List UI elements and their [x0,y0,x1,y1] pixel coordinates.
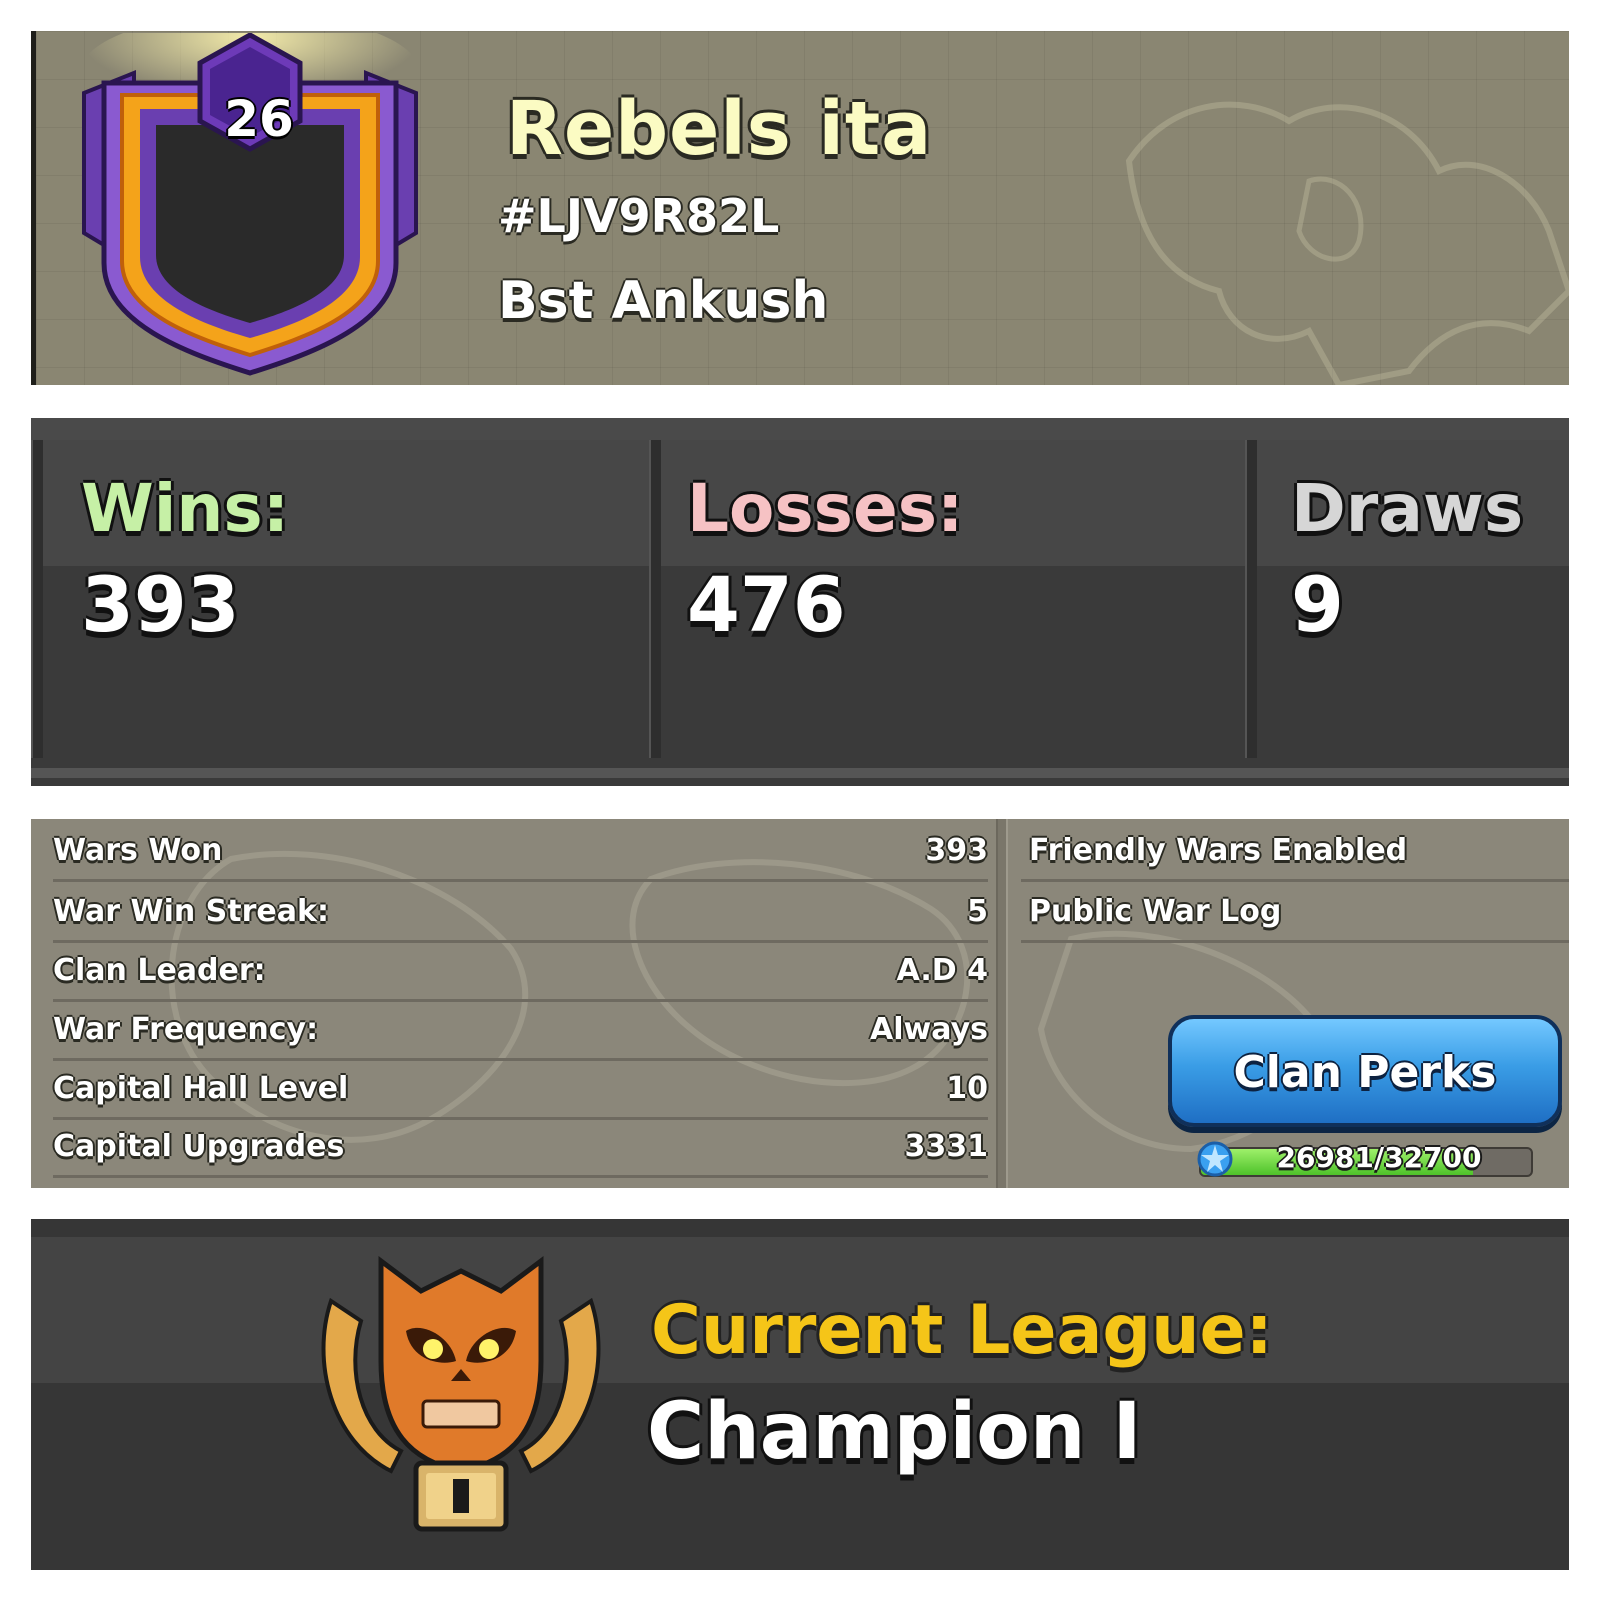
war-record-panel: Wins: 393 Losses: 476 Draws 9 [31,418,1569,786]
public-war-log-label: Public War Log [1029,894,1282,929]
public-war-log-row: Public War Log [1021,882,1569,943]
friendly-wars-label: Friendly Wars Enabled [1029,833,1408,868]
column-divider [649,440,661,758]
detail-label: Capital Hall Level [53,1071,349,1106]
league-name: Champion I [647,1387,1142,1477]
panel-top-band [31,418,1569,440]
detail-row-war-frequency: War Frequency: Always [53,1000,988,1061]
losses-value: 476 [687,560,846,649]
draws-label: Draws [1291,470,1524,547]
wins-label: Wins: [81,470,290,547]
draws-value: 9 [1291,560,1344,649]
detail-value: A.D 4 [896,953,988,988]
column-divider [996,819,1008,1188]
detail-value: 10 [946,1071,988,1106]
detail-value: Always [870,1012,988,1047]
league-panel: Current League: Champion I [31,1219,1569,1570]
clan-perks-button[interactable]: Clan Perks [1168,1015,1562,1127]
clan-badge-icon [80,33,420,376]
detail-label: Capital Upgrades [53,1129,345,1164]
detail-label: War Win Streak: [53,894,329,929]
detail-row-capital-hall-level: Capital Hall Level 10 [53,1059,988,1120]
clan-xp-text: 26981/32700 [1276,1141,1482,1174]
clan-details-panel: Wars Won 393 War Win Streak: 5 Clan Lead… [31,819,1569,1188]
detail-label: Wars Won [53,833,223,868]
clan-perks-label: Clan Perks [1233,1047,1497,1098]
detail-value: 5 [967,894,988,929]
world-map-decoration [1125,101,1569,385]
detail-label: Clan Leader: [53,953,266,988]
detail-value: 393 [925,833,988,868]
clan-subtitle: Bst Ankush [498,271,829,331]
current-league-label: Current League: [651,1291,1273,1370]
column-divider [31,440,43,758]
clan-name: Rebels ita [506,86,933,172]
detail-row-clan-leader: Clan Leader: A.D 4 [53,941,988,1002]
wins-value: 393 [81,560,240,649]
detail-value: 3331 [904,1129,989,1164]
column-divider [1245,440,1257,758]
friendly-wars-row: Friendly Wars Enabled [1021,821,1569,882]
panel-bottom-edge [31,768,1569,778]
detail-row-wars-won: Wars Won 393 [53,821,988,882]
losses-label: Losses: [687,470,964,547]
champion-league-skull-icon [321,1256,601,1532]
detail-row-war-win-streak: War Win Streak: 5 [53,882,988,943]
clan-level: 26 [224,90,294,148]
detail-label: War Frequency: [53,1012,319,1047]
detail-row-capital-upgrades: Capital Upgrades 3331 [53,1117,988,1178]
clan-header: 26 Rebels ita #LJV9R82L Bst Ankush [31,31,1569,385]
clan-tag[interactable]: #LJV9R82L [498,189,779,243]
